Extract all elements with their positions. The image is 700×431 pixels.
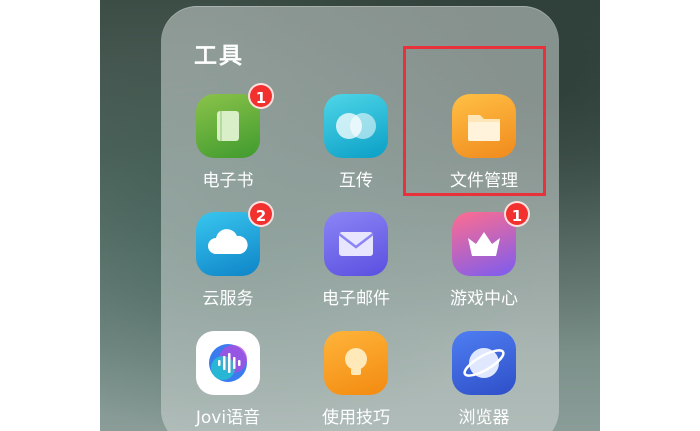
app-label: 云服务 (202, 289, 254, 309)
app-cloud-service[interactable]: 2 云服务 (163, 201, 293, 309)
game-center-icon: 1 (452, 201, 530, 276)
app-tips[interactable]: 使用技巧 (291, 331, 421, 428)
tips-icon (324, 331, 388, 395)
app-label: 电子邮件 (322, 289, 390, 309)
app-email[interactable]: 电子邮件 (291, 212, 421, 309)
notification-badge: 1 (504, 201, 530, 227)
app-jovi-voice[interactable]: Jovi语音 (163, 331, 293, 428)
app-browser[interactable]: 浏览器 (419, 331, 549, 428)
app-ebook[interactable]: 1 电子书 (163, 83, 293, 191)
browser-icon (452, 331, 516, 395)
folder-title: 工具 (194, 43, 244, 69)
notification-badge: 2 (248, 201, 274, 227)
transfer-icon (324, 94, 388, 158)
ebook-icon: 1 (196, 83, 274, 158)
app-game-center[interactable]: 1 游戏中心 (419, 201, 549, 309)
jovi-voice-icon (196, 331, 260, 395)
app-label: Jovi语音 (195, 408, 261, 428)
email-icon (324, 212, 388, 276)
app-label: 游戏中心 (450, 289, 518, 309)
app-label: 电子书 (202, 171, 254, 191)
page-indicator (450, 425, 492, 431)
highlight-box (403, 46, 546, 196)
notification-badge: 1 (248, 83, 274, 109)
app-label: 使用技巧 (322, 408, 390, 428)
app-transfer[interactable]: 互传 (291, 94, 421, 191)
cloud-service-icon: 2 (196, 201, 274, 276)
app-label: 互传 (339, 171, 373, 191)
